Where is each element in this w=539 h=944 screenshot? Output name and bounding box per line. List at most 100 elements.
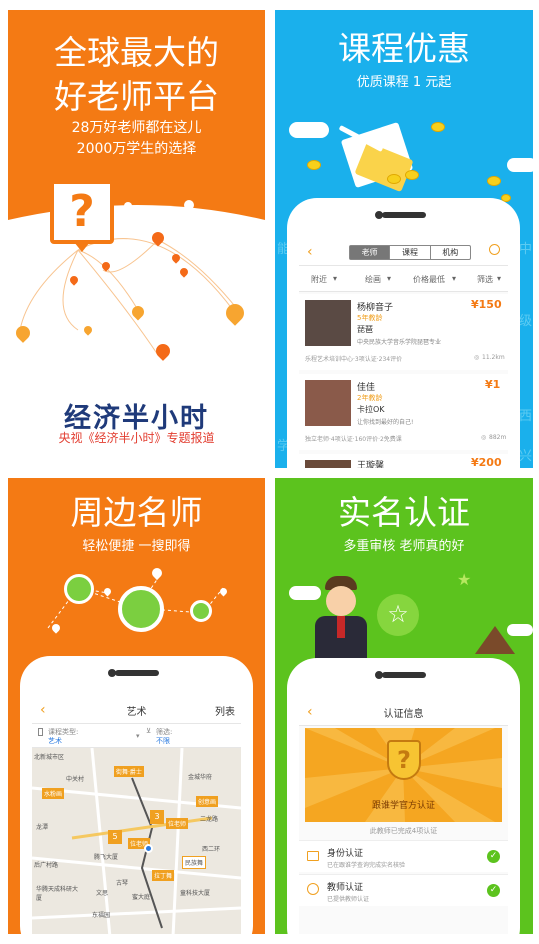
search-icon[interactable] xyxy=(489,244,500,255)
phone-speaker xyxy=(381,672,426,678)
filter-value[interactable]: 不限 xyxy=(156,736,170,746)
coin-icon xyxy=(431,122,445,132)
map-label-tag[interactable]: 民族舞 xyxy=(182,856,207,869)
map-label: 文思 xyxy=(96,890,109,897)
panel1-sub-line1: 28万好老师都在这儿 xyxy=(71,120,202,136)
panel2-title: 课程优惠 xyxy=(338,29,470,68)
panel-nearby-teachers: 周边名师 轻松便捷 一搜即得 ‹ 艺术 列表 课程类型: 艺术 ▾ ⊻ 筛选: … xyxy=(8,478,265,934)
filter-bar: 课程类型: 艺术 ▾ ⊻ 筛选: 不限 xyxy=(32,724,241,748)
teacher-distance: 11.2km xyxy=(482,354,505,361)
coin-icon xyxy=(387,174,401,184)
phone-screen: ‹ 艺术 列表 课程类型: 艺术 ▾ ⊻ 筛选: 不限 北新城市区 街舞·爵士 … xyxy=(32,696,241,934)
teacher-avatar-pin xyxy=(190,600,212,622)
cluster-marker[interactable]: 3 xyxy=(150,810,164,824)
list-toggle-button[interactable]: 列表 xyxy=(215,703,235,718)
shield-question-icon: ? xyxy=(387,740,421,780)
banner-text: 跟谁学官方认证 xyxy=(371,801,435,811)
filter-screen[interactable]: 筛选 xyxy=(477,274,493,285)
filter-bar: 附近 ▾ 绘画 ▾ 价格最低 ▾ 筛选 ▾ xyxy=(299,266,508,292)
map-label: 金城华府 xyxy=(188,774,213,781)
filter-nearby[interactable]: 附近 xyxy=(311,274,327,285)
filter-icon: ⊻ xyxy=(146,727,152,735)
businessman-figure xyxy=(315,576,367,668)
location-icon: ◎ xyxy=(481,434,487,441)
filter-painting[interactable]: 绘画 xyxy=(365,274,381,285)
teacher-name: 王璇馨 xyxy=(357,461,385,468)
completed-text: 此教师已完成4项认证 xyxy=(369,827,438,835)
star-badge-icon: ☆ xyxy=(377,594,419,636)
panel4-subtitle: 多重审核 老师真的好 xyxy=(343,539,465,554)
panel1-title-line2: 好老师平台 xyxy=(54,77,219,116)
bg-char: 西 xyxy=(519,409,533,424)
teacher-subject: 卡拉OK xyxy=(357,405,385,414)
bg-char: 兴 xyxy=(519,449,533,464)
teacher-avatar-pin xyxy=(64,574,94,604)
panel1-title-line1: 全球最大的 xyxy=(54,33,219,72)
map-label-tag[interactable]: 拉丁舞 xyxy=(152,870,175,881)
phone-mockup: ‹ 艺术 列表 课程类型: 艺术 ▾ ⊻ 筛选: 不限 北新城市区 街舞·爵士 … xyxy=(20,656,253,934)
dropdown-icon: ▾ xyxy=(333,274,338,283)
map-label: 蜜大庭 xyxy=(132,894,151,901)
mountain-icon xyxy=(475,626,515,654)
teacher-avatar xyxy=(305,300,351,346)
teacher-card[interactable]: 杨柳音子 5年教龄 琵琶 中央民族大学音乐学院琵琶专业 ¥150 起 乐程艺术培… xyxy=(299,294,508,370)
teacher-footer: 乐程艺术培训中心·3项认证·234评价 xyxy=(305,356,403,363)
teacher-card[interactable]: 佳佳 2年教龄 卡拉OK 让你找到最好的自己! ¥1 起 独立老师·4项认证·1… xyxy=(299,374,508,450)
map-label: 华腾天成科研大厦 xyxy=(36,886,79,902)
map-label: 童科技大厦 xyxy=(180,890,211,897)
cluster-marker[interactable]: 5 xyxy=(108,830,122,844)
teacher-avatar-pin xyxy=(118,586,164,632)
teacher-price: ¥1 xyxy=(485,378,501,391)
course-type-value[interactable]: 艺术 xyxy=(48,736,62,746)
nav-title: 艺术 xyxy=(126,707,147,718)
teacher-footer: 独立老师·4项认证·160评价·2免费课 xyxy=(305,436,402,443)
coin-icon xyxy=(405,170,419,180)
filter-price[interactable]: 价格最低 xyxy=(413,274,445,285)
tab-institution[interactable]: 机构 xyxy=(429,246,470,259)
panel4-title: 实名认证 xyxy=(338,493,470,532)
check-icon: ✓ xyxy=(487,884,500,897)
map-label-tag[interactable]: 位老师 xyxy=(166,818,189,829)
teacher-avatar xyxy=(305,380,351,426)
phone-speaker xyxy=(381,212,426,218)
id-card-icon xyxy=(307,851,319,861)
panel1-caption: 央视《经济半小时》专题报道 xyxy=(58,431,215,445)
star-icon: ★ xyxy=(457,570,472,589)
panel-teacher-platform: 全球最大的 好老师平台 28万好老师都在这儿 2000万学生的选择 ? 经济半小… xyxy=(8,10,265,468)
teacher-card[interactable]: 王璇馨 ¥200 起 xyxy=(299,454,508,468)
teacher-name: 佳佳 xyxy=(357,383,376,393)
sign-pointer xyxy=(74,242,90,252)
phone-screen: ‹ 认证信息 ? 跟谁学官方认证 此教师已完成4项认证 身份认证 已在跟谁学查询… xyxy=(299,698,508,934)
teacher-years: 2年教龄 xyxy=(357,394,383,402)
teacher-avatar xyxy=(305,460,351,468)
panel2-subtitle: 优质课程 1 元起 xyxy=(356,75,452,90)
map-label: 腾飞大厦 xyxy=(94,854,119,861)
teacher-price: ¥200 xyxy=(471,456,502,468)
map-label: 后广村路 xyxy=(34,862,59,869)
dropdown-icon: ▾ xyxy=(452,274,457,283)
verification-title: 身份认证 xyxy=(327,849,364,859)
verification-item[interactable]: 教师认证 已提供教师认证 ✓ xyxy=(299,874,508,906)
bookmark-icon xyxy=(38,728,43,736)
tab-teacher[interactable]: 老师 xyxy=(350,246,390,259)
map-label-tag[interactable]: 水粉画 xyxy=(42,788,65,799)
map-label: 北新城市区 xyxy=(34,754,65,761)
panel3-title: 周边名师 xyxy=(70,493,203,532)
teacher-name: 杨柳音子 xyxy=(357,303,394,313)
map-label-tag[interactable]: 街舞·爵士 xyxy=(114,766,144,777)
teacher-distance: 882m xyxy=(489,434,507,441)
map-label: 中关村 xyxy=(66,776,85,783)
map-label: 二龙路 xyxy=(200,816,219,823)
back-icon[interactable]: ‹ xyxy=(307,244,313,260)
certification-banner: ? 跟谁学官方认证 xyxy=(305,728,502,822)
tab-course[interactable]: 课程 xyxy=(389,246,429,259)
map-view[interactable]: 北新城市区 街舞·爵士 中关村 金城华府 水粉画 创意画 位老师 龙潭 二龙路 … xyxy=(32,748,241,934)
top-nav: ‹ 老师 课程 机构 xyxy=(299,238,508,266)
location-icon: ◎ xyxy=(474,354,480,361)
map-label-tag[interactable]: 创意画 xyxy=(196,796,219,807)
verification-item[interactable]: 身份认证 已在跟谁学查询完成实名核验 ✓ xyxy=(299,840,508,872)
panel-real-name-verification: 实名认证 多重审核 老师真的好 ★ ☆ ‹ 认证信息 ? 跟谁学官方认证 此教师… xyxy=(275,478,533,934)
verification-desc: 已提供教师认证 xyxy=(327,896,370,903)
panel3-subtitle: 轻松便捷 一搜即得 xyxy=(82,539,191,554)
current-location-icon xyxy=(144,844,153,853)
